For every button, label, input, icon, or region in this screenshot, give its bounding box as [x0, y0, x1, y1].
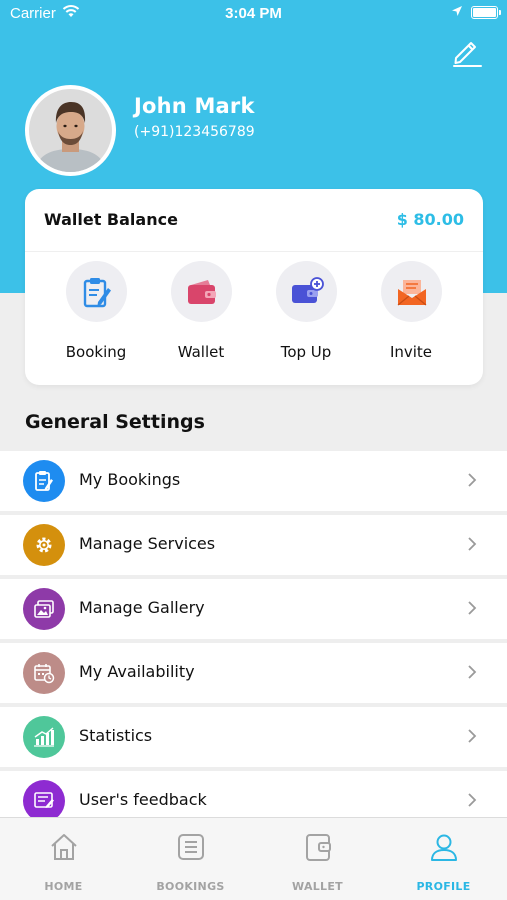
home-icon [0, 832, 127, 862]
quick-action-booking[interactable]: Booking [43, 261, 149, 371]
quick-action-label: Booking [65, 343, 127, 361]
bar-chart-icon [23, 716, 65, 758]
list-icon [127, 832, 254, 862]
booking-clipboard-icon [83, 277, 111, 307]
envelope-icon [397, 279, 426, 305]
settings-item-manage-gallery[interactable]: Manage Gallery [0, 579, 507, 639]
tab-profile[interactable]: PROFILE [380, 818, 507, 900]
settings-item-label: Statistics [79, 726, 153, 745]
wallet-icon [254, 832, 381, 862]
tab-label: BOOKINGS [156, 880, 225, 893]
settings-item-label: Manage Services [79, 534, 216, 553]
chevron-right-icon [467, 728, 477, 748]
tab-bookings[interactable]: BOOKINGS [127, 818, 254, 900]
settings-item-label: My Bookings [79, 470, 181, 489]
settings-item-manage-services[interactable]: Manage Services [0, 515, 507, 575]
quick-action-label: Top Up [280, 343, 332, 361]
divider [25, 251, 483, 252]
user-phone: (+91)123456789 [134, 124, 255, 140]
bottom-tab-bar: HOME BOOKINGS WALLET PROFILE [0, 817, 507, 900]
settings-item-my-availability[interactable]: My Availability [0, 643, 507, 703]
pencil-icon [453, 42, 482, 67]
tab-label: HOME [44, 880, 83, 893]
quick-action-invite[interactable]: Invite [358, 261, 464, 371]
chevron-right-icon [467, 792, 477, 812]
top-up-wallet-icon [291, 276, 324, 303]
chevron-right-icon [467, 664, 477, 684]
tab-home[interactable]: HOME [0, 818, 127, 900]
profile-photo [29, 89, 112, 172]
wallet-card: Wallet Balance $ 80.00 Booking Wallet To… [25, 189, 483, 385]
status-bar: Carrier 3:04 PM [0, 0, 507, 28]
battery-icon [471, 6, 501, 19]
chevron-right-icon [467, 600, 477, 620]
location-arrow-icon [451, 5, 463, 21]
settings-item-label: My Availability [79, 662, 195, 681]
gallery-icon [23, 588, 65, 630]
chevron-right-icon [467, 472, 477, 492]
edit-profile-button[interactable] [450, 36, 484, 68]
settings-item-label: User's feedback [79, 790, 207, 809]
avatar[interactable] [25, 85, 116, 176]
clipboard-icon [23, 460, 65, 502]
wallet-balance-amount: $ 80.00 [396, 210, 464, 229]
settings-item-label: Manage Gallery [79, 598, 205, 617]
section-title: General Settings [25, 411, 205, 433]
tab-wallet[interactable]: WALLET [254, 818, 381, 900]
tab-label: WALLET [292, 880, 343, 893]
quick-action-top-up[interactable]: Top Up [253, 261, 359, 371]
settings-item-my-bookings[interactable]: My Bookings [0, 451, 507, 511]
wallet-balance-label: Wallet Balance [44, 210, 178, 229]
calendar-clock-icon [23, 652, 65, 694]
quick-action-label: Invite [389, 343, 433, 361]
quick-action-wallet[interactable]: Wallet [148, 261, 254, 371]
user-name: John Mark [134, 94, 255, 118]
gear-icon [23, 524, 65, 566]
wallet-icon [187, 279, 216, 304]
feedback-icon [23, 780, 65, 822]
tab-label: PROFILE [416, 880, 471, 893]
chevron-right-icon [467, 536, 477, 556]
profile-icon [380, 832, 507, 862]
clock: 3:04 PM [225, 5, 282, 22]
settings-item-statistics[interactable]: Statistics [0, 707, 507, 767]
quick-action-label: Wallet [177, 343, 225, 361]
